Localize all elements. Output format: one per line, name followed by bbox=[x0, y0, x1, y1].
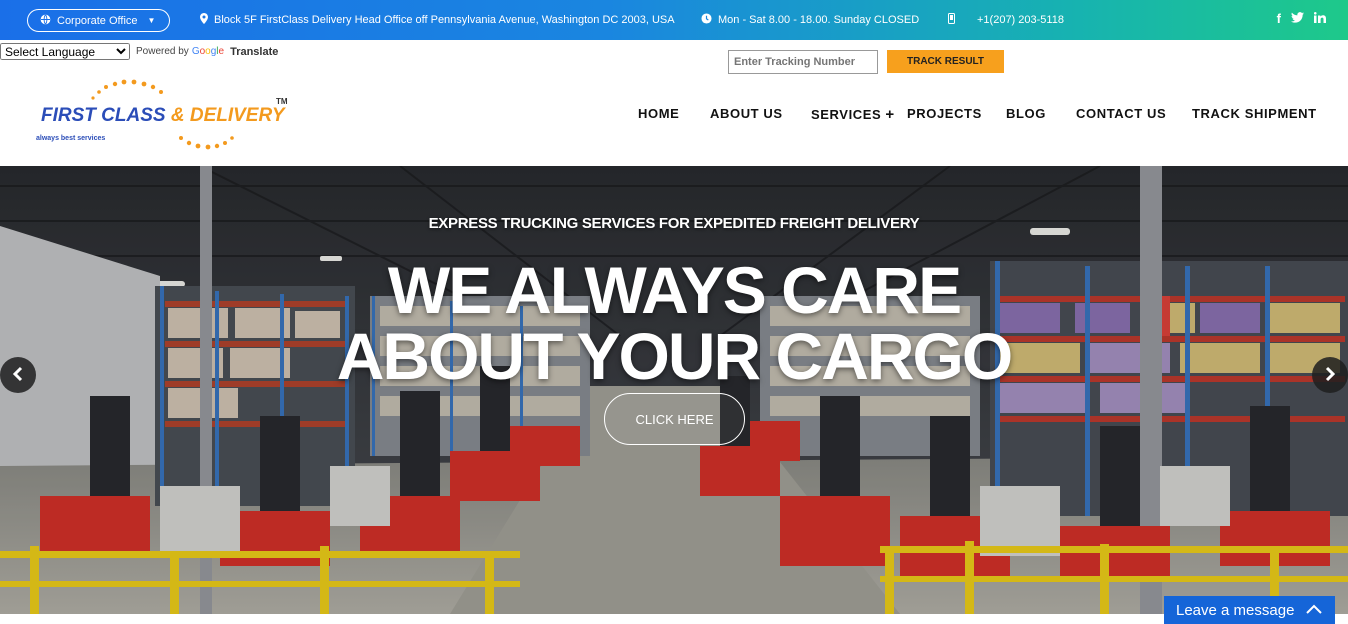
chevron-right-icon bbox=[1323, 362, 1337, 388]
address-info: Block 5F FirstClass Delivery Head Office… bbox=[200, 13, 675, 27]
google-logo: Google bbox=[191, 46, 225, 57]
linkedin-icon[interactable] bbox=[1313, 11, 1326, 26]
plus-icon: + bbox=[885, 106, 895, 123]
hero-subtitle: EXPRESS TRUCKING SERVICES FOR EXPEDITED … bbox=[428, 215, 920, 232]
slider-prev-button[interactable] bbox=[0, 357, 36, 393]
corporate-office-dropdown[interactable]: Corporate Office ▼ bbox=[27, 9, 170, 32]
powered-by-text: Powered by bbox=[136, 46, 189, 57]
nav-home[interactable]: HOME bbox=[638, 106, 679, 121]
phone-text[interactable]: +1(207) 203-5118 bbox=[977, 14, 1064, 26]
mobile-phone-icon bbox=[948, 13, 955, 27]
hours-text: Mon - Sat 8.00 - 18.00. Sunday CLOSED bbox=[718, 14, 920, 26]
chat-label: Leave a message bbox=[1176, 601, 1295, 619]
nav-projects[interactable]: PROJECTS bbox=[907, 106, 982, 121]
globe-icon bbox=[40, 14, 51, 28]
hours-info: Mon - Sat 8.00 - 18.00. Sunday CLOSED bbox=[701, 13, 919, 27]
nav-blog[interactable]: BLOG bbox=[1006, 106, 1046, 121]
logo-tagline: always best services bbox=[36, 135, 106, 142]
caret-down-icon: ▼ bbox=[147, 16, 156, 25]
leave-message-chat-widget[interactable]: Leave a message bbox=[1164, 596, 1335, 624]
hero-slider: EXPRESS TRUCKING SERVICES FOR EXPEDITED … bbox=[0, 166, 1348, 614]
social-links: f bbox=[1277, 11, 1326, 26]
corporate-office-label: Corporate Office bbox=[57, 14, 138, 27]
facebook-icon[interactable]: f bbox=[1277, 11, 1281, 26]
hero-title: WE ALWAYS CARE ABOUT YOUR CARGO bbox=[0, 257, 1348, 389]
google-translate-widget: Select Language Powered by Google Transl… bbox=[0, 43, 278, 60]
hero-title-line-2: ABOUT YOUR CARGO bbox=[336, 319, 1013, 393]
logo-trademark: TM bbox=[276, 97, 288, 106]
chevron-up-icon[interactable] bbox=[1305, 602, 1323, 620]
translate-link[interactable]: Translate bbox=[230, 46, 278, 58]
address-text: Block 5F FirstClass Delivery Head Office… bbox=[214, 14, 675, 26]
map-marker-icon bbox=[200, 13, 208, 27]
slider-next-button[interactable] bbox=[1312, 357, 1348, 393]
phone-info: +1(207) 203-5118 bbox=[948, 13, 1064, 27]
top-info-bar: Corporate Office ▼ Block 5F FirstClass D… bbox=[0, 0, 1348, 40]
tracking-number-input[interactable] bbox=[728, 50, 878, 74]
hero-title-line-1: WE ALWAYS CARE bbox=[387, 253, 962, 327]
nav-contact-us[interactable]: CONTACT US bbox=[1076, 106, 1166, 121]
nav-about-us[interactable]: ABOUT US bbox=[710, 106, 783, 121]
main-navigation: HOME ABOUT US SERVICES + PROJECTS BLOG CO… bbox=[0, 106, 1348, 123]
nav-services[interactable]: SERVICES + bbox=[811, 106, 895, 123]
track-result-button[interactable]: TRACK RESULT bbox=[887, 50, 1004, 73]
clock-icon bbox=[701, 13, 712, 27]
click-here-button[interactable]: CLICK HERE bbox=[604, 393, 745, 445]
nav-track-shipment[interactable]: TRACK SHIPMENT bbox=[1192, 106, 1317, 121]
chevron-left-icon bbox=[11, 362, 25, 388]
language-select[interactable]: Select Language bbox=[0, 43, 130, 60]
twitter-icon[interactable] bbox=[1291, 11, 1304, 26]
